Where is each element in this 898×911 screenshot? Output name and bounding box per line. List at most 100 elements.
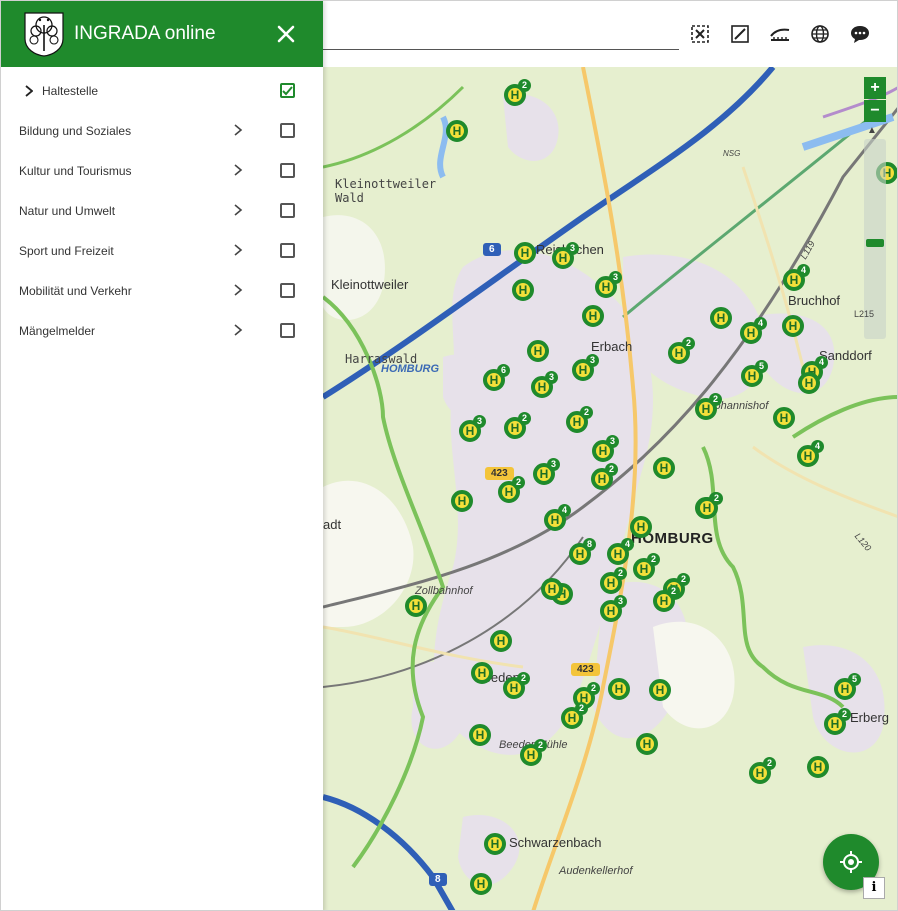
bus-stop-marker[interactable]: H2 [749,757,776,784]
layer-checkbox[interactable] [280,123,295,138]
layer-row-maengelmelder[interactable]: Mängelmelder [1,311,323,351]
chevron-right-icon[interactable] [232,243,244,257]
bus-stop-marker[interactable]: H2 [695,393,722,420]
stop-count-badge: 2 [587,682,600,695]
bus-stop-marker[interactable]: H4 [783,264,810,291]
bus-stop-marker[interactable]: H4 [607,538,634,565]
bus-stop-marker[interactable]: H2 [498,476,525,503]
bus-stop-marker[interactable]: H2 [561,702,588,729]
measure-area-icon[interactable] [767,21,793,47]
bus-stop-marker[interactable]: H3 [592,435,619,462]
bus-stop-marker[interactable]: H2 [696,492,723,519]
bus-stop-marker[interactable]: H [514,242,536,264]
chevron-right-icon[interactable] [232,163,244,177]
bus-stop-marker[interactable]: H [469,724,491,746]
zoom-out-button[interactable]: − [864,100,886,122]
bus-stop-marker[interactable]: H [608,678,630,700]
bus-stop-marker[interactable]: H2 [653,585,680,612]
bus-stop-marker[interactable]: H [782,315,804,337]
bus-stop-marker[interactable]: H [451,490,473,512]
bus-stop-marker[interactable]: H [541,578,563,600]
bus-stop-marker[interactable]: H2 [591,463,618,490]
stop-count-badge: 8 [583,538,596,551]
bus-stop-marker[interactable]: H [512,279,534,301]
layer-label: Natur und Umwelt [19,204,116,218]
globe-icon[interactable] [807,21,833,47]
bus-stop-marker[interactable]: H3 [531,371,558,398]
bus-stop-marker[interactable]: H8 [569,538,596,565]
bus-stop-marker[interactable]: H [405,595,427,617]
stop-count-badge: 4 [797,264,810,277]
bus-stop-marker[interactable]: H [630,516,652,538]
bus-stop-marker[interactable]: H2 [668,337,695,364]
bus-stop-marker[interactable]: H2 [566,406,593,433]
stop-count-badge: 3 [473,415,486,428]
chevron-right-icon[interactable] [232,283,244,297]
bus-stop-marker[interactable]: H3 [572,354,599,381]
info-button[interactable]: i [863,877,885,899]
layer-checkbox[interactable] [280,83,295,98]
bus-stop-marker[interactable]: H3 [595,271,622,298]
bus-stop-marker[interactable]: H5 [834,673,861,700]
place-label: adt [323,517,342,532]
bus-stop-marker[interactable]: H [582,305,604,327]
bus-stop-marker[interactable]: H4 [544,504,571,531]
bus-stop-marker[interactable]: H5 [741,360,768,387]
bus-stop-marker[interactable]: H [446,120,468,142]
map-canvas[interactable]: KleinottweilerWald Kleinottweiler Reiski… [323,67,897,910]
bus-stop-marker[interactable]: H2 [504,412,531,439]
bus-stop-marker[interactable]: H [470,873,492,895]
comment-icon[interactable] [847,21,873,47]
bus-stop-marker[interactable]: H [773,407,795,429]
layer-checkbox[interactable] [280,323,295,338]
bus-stop-marker[interactable]: H3 [600,595,627,622]
bus-stop-marker[interactable]: H2 [633,553,660,580]
bus-stop-marker[interactable]: H3 [533,458,560,485]
layer-row-bildung[interactable]: Bildung und Soziales [1,111,323,151]
stop-count-badge: 5 [848,673,861,686]
layer-label: Haltestelle [42,84,99,98]
bus-stop-icon: H [636,520,646,534]
bus-stop-marker[interactable]: H [798,372,820,394]
bus-stop-marker[interactable]: H [649,679,671,701]
bus-stop-marker[interactable]: H2 [824,708,851,735]
bus-stop-marker[interactable]: H [636,733,658,755]
bus-stop-marker[interactable]: H [710,307,732,329]
caret-right-icon[interactable] [25,85,33,97]
zoom-slider-handle[interactable] [866,239,884,247]
bus-stop-marker[interactable]: H3 [552,242,579,269]
bus-stop-marker[interactable]: H6 [483,364,510,391]
measure-line-icon[interactable] [727,21,753,47]
layer-row-haltestelle[interactable]: Haltestelle [1,71,323,111]
chevron-right-icon[interactable] [232,323,244,337]
bus-stop-marker[interactable]: H [471,662,493,684]
layer-row-mobilitaet[interactable]: Mobilität und Verkehr [1,271,323,311]
layer-checkbox[interactable] [280,163,295,178]
bus-stop-marker[interactable]: H2 [600,567,627,594]
layer-checkbox[interactable] [280,283,295,298]
stop-count-badge: 3 [547,458,560,471]
bus-stop-marker[interactable]: H4 [797,440,824,467]
bus-stop-marker[interactable]: H [490,630,512,652]
bus-stop-marker[interactable]: H4 [740,317,767,344]
bus-stop-marker[interactable]: H2 [503,672,530,699]
search-input[interactable] [323,49,679,50]
bus-stop-marker[interactable]: H [807,756,829,778]
stop-count-badge: 5 [755,360,768,373]
zoom-in-button[interactable]: + [864,77,886,99]
close-panel-button[interactable] [273,21,299,47]
bus-stop-marker[interactable]: H [653,457,675,479]
bus-stop-marker[interactable]: H3 [459,415,486,442]
bus-stop-marker[interactable]: H [484,833,506,855]
chevron-right-icon[interactable] [232,123,244,137]
layer-row-natur[interactable]: Natur und Umwelt [1,191,323,231]
layer-checkbox[interactable] [280,203,295,218]
chevron-right-icon[interactable] [232,203,244,217]
bus-stop-marker[interactable]: H2 [520,739,547,766]
bus-stop-marker[interactable]: H [527,340,549,362]
layer-row-sport[interactable]: Sport und Freizeit [1,231,323,271]
bus-stop-marker[interactable]: H2 [504,79,531,106]
layer-checkbox[interactable] [280,243,295,258]
layer-row-kultur[interactable]: Kultur und Tourismus [1,151,323,191]
clear-selection-icon[interactable] [687,21,713,47]
